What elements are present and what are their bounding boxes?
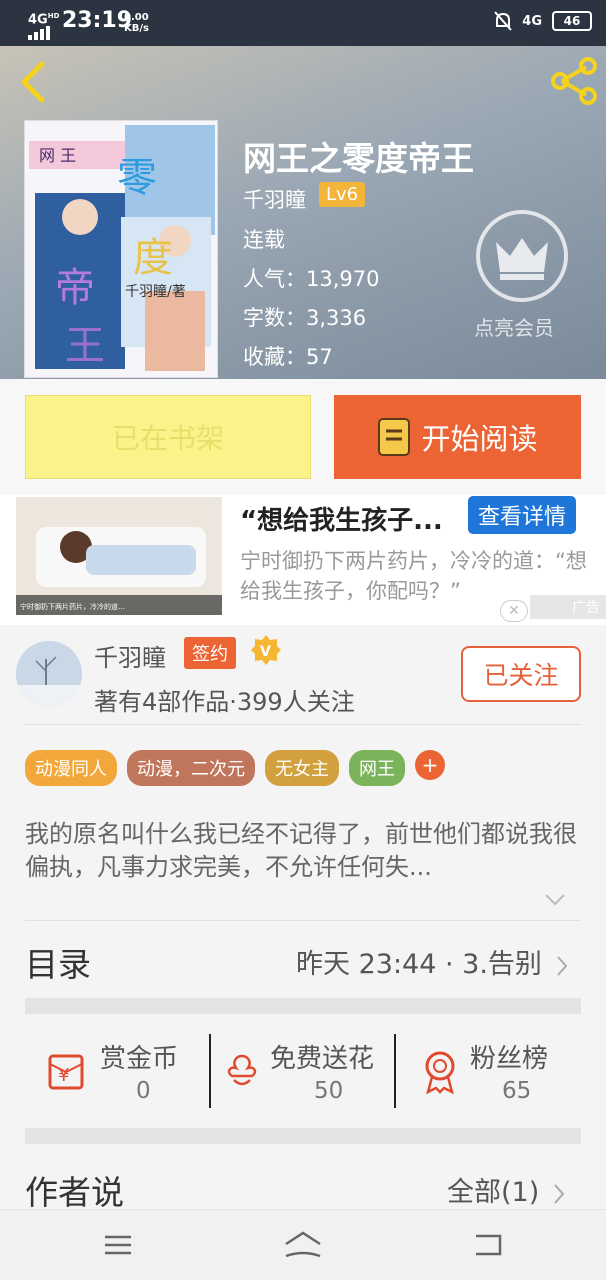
tag-item[interactable]: 动漫同人 (25, 750, 117, 786)
free-flower-label: 免费送花 (270, 1044, 375, 1074)
status-time: 23:19 (62, 8, 133, 33)
svg-text:V: V (260, 644, 271, 660)
start-reading-button[interactable]: 开始阅读 (334, 395, 581, 479)
book-cover: 网 王 零 度 帝 王 千羽瞳/著 (24, 120, 218, 378)
book-icon (378, 418, 411, 456)
chevron-right-icon (554, 1183, 565, 1204)
crown-icon (496, 238, 548, 280)
signal-icon (28, 26, 50, 41)
network-4g: 4G (522, 13, 542, 29)
chevron-down-icon (545, 894, 565, 906)
author-say-label[interactable]: 作者说 (25, 1166, 124, 1214)
book-popularity: 人气：13,970 (243, 267, 380, 291)
fan-rank-label: 粉丝榜 (470, 1044, 549, 1074)
reward-coin-stat[interactable]: ¥ 赏金币 0 (46, 1032, 196, 1108)
tag-item[interactable]: 无女主 (265, 750, 339, 786)
expand-description-button[interactable] (544, 892, 566, 906)
signed-badge: 签约 (184, 637, 236, 669)
fan-rank-stat[interactable]: 粉丝榜 65 (420, 1032, 570, 1108)
svg-text:王: 王 (65, 323, 105, 369)
book-status: 连载 (243, 228, 285, 252)
ad-detail-button[interactable]: 查看详情 (468, 496, 576, 534)
cover-illustration: 网 王 零 度 帝 王 千羽瞳/著 (25, 121, 217, 377)
book-title: 网王之零度帝王 (243, 139, 474, 178)
book-favorites: 收藏：57 (243, 345, 333, 369)
vip-label[interactable]: 点亮会员 (474, 312, 554, 341)
follow-button[interactable]: 已关注 (461, 646, 581, 702)
chevron-right-icon (556, 955, 567, 976)
start-reading-label: 开始阅读 (421, 422, 538, 456)
tag-item[interactable]: 动漫，二次元 (127, 750, 255, 786)
section-separator (25, 1128, 581, 1144)
ad-image-caption: 宁时御扔下两片药片，冷冷的道… (20, 602, 125, 611)
status-bar: 4GHD 23:19 0.00 KB/s 4G 46 (0, 0, 606, 46)
book-description[interactable]: 我的原名叫什么我已经不记得了，前世他们都说我很偏执，凡事力求完美，不允许任何失.… (25, 818, 581, 884)
ad-close-button[interactable]: ✕ (500, 600, 528, 622)
red-packet-icon: ¥ (48, 1054, 84, 1090)
book-author[interactable]: 千羽瞳 (243, 184, 306, 214)
back-nav-icon[interactable] (472, 1232, 504, 1258)
network-indicator: 4GHD (28, 10, 59, 43)
svg-text:度: 度 (133, 235, 173, 281)
add-tag-button[interactable]: + (415, 750, 445, 780)
divider (25, 724, 581, 725)
fan-rank-value: 65 (502, 1078, 532, 1104)
section-separator (25, 998, 581, 1014)
share-button[interactable] (548, 56, 600, 106)
tag-item[interactable]: 网王 (349, 750, 405, 786)
notification-off-icon (494, 11, 513, 31)
vip-button[interactable] (476, 210, 568, 302)
book-word-count: 字数：3,336 (243, 306, 367, 330)
author-avatar[interactable] (16, 641, 82, 707)
svg-text:网 王: 网 王 (39, 146, 76, 165)
toc-label[interactable]: 目录 (25, 938, 91, 986)
toc-latest-chapter[interactable]: 昨天 23:44 · 3.告别 (296, 942, 569, 981)
home-icon[interactable] (283, 1230, 323, 1260)
flower-icon (227, 1054, 257, 1086)
net-speed: 0.00 KB/s (124, 12, 149, 34)
ad-label: 广告 (530, 595, 606, 619)
bookshelf-button[interactable]: 已在书架 (25, 395, 311, 479)
medal-icon (425, 1051, 455, 1094)
stat-separator (209, 1034, 211, 1108)
author-stats: 著有4部作品·399人关注 (94, 688, 355, 716)
share-icon (551, 57, 597, 105)
back-button[interactable] (14, 56, 54, 104)
verified-icon: V (250, 634, 282, 666)
tag-list: 动漫同人 动漫，二次元 无女主 网王 + (25, 750, 445, 786)
free-flower-value: 50 (314, 1078, 344, 1104)
free-flower-stat[interactable]: 免费送花 50 (222, 1032, 392, 1108)
svg-text:零: 零 (117, 155, 157, 201)
ad-title[interactable]: “想给我生孩子... (240, 500, 443, 537)
chevron-left-icon (21, 61, 45, 103)
menu-icon[interactable] (103, 1234, 133, 1256)
divider (25, 920, 581, 921)
battery-indicator: 46 (552, 11, 592, 31)
status-right: 4G 46 (494, 11, 592, 31)
reward-coin-value: 0 (136, 1078, 151, 1104)
stat-separator (394, 1034, 396, 1108)
author-say-all-link[interactable]: 全部(1) (447, 1170, 566, 1209)
svg-text:千羽瞳/著: 千羽瞳/著 (125, 283, 186, 300)
author-name[interactable]: 千羽瞳 (94, 638, 166, 673)
ad-image[interactable]: 宁时御扔下两片药片，冷冷的道… (16, 497, 222, 615)
svg-text:帝: 帝 (55, 265, 95, 311)
reward-coin-label: 赏金币 (100, 1044, 179, 1074)
system-nav-bar (0, 1209, 606, 1280)
author-level-badge: Lv6 (319, 182, 366, 207)
